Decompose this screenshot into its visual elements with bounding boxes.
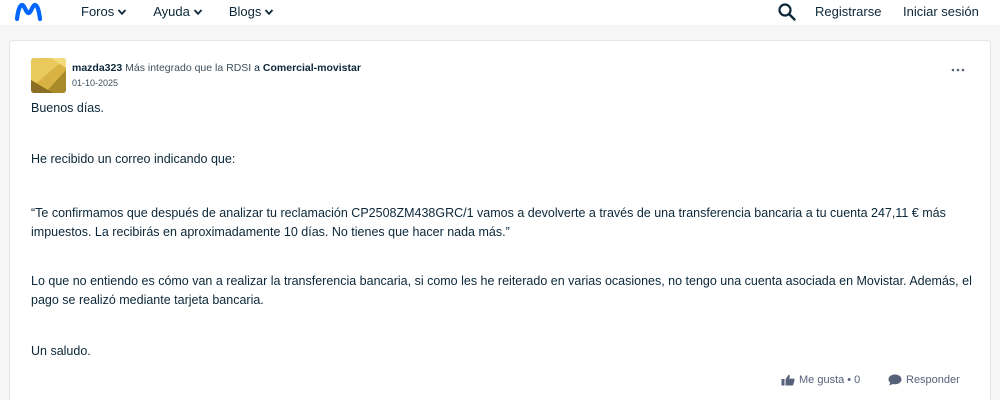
more-options-icon[interactable]: [950, 67, 966, 73]
reply-label: Responder: [906, 374, 960, 386]
like-button[interactable]: Me gusta • 0: [781, 374, 860, 386]
nav-blogs-label: Blogs: [228, 4, 262, 19]
post-paragraph: Buenos días.: [31, 101, 104, 115]
post-paragraph: Lo que no entiendo es cómo van a realiza…: [31, 274, 972, 307]
author-username[interactable]: mazda323: [72, 62, 122, 74]
like-label: Me gusta: [799, 374, 845, 386]
nav-ayuda[interactable]: Ayuda: [153, 4, 203, 19]
movistar-logo-icon[interactable]: [15, 2, 42, 22]
separator-dot: •: [847, 374, 852, 386]
like-count: 0: [854, 374, 861, 386]
post-card: mazda323 Más integrado que la RDSI a Com…: [9, 40, 991, 400]
board-prefix: a: [254, 62, 260, 74]
main-nav: Foros Ayuda Blogs: [81, 4, 300, 19]
chevron-down-icon: [193, 8, 203, 15]
nav-blogs[interactable]: Blogs: [229, 4, 275, 19]
chevron-down-icon: [265, 8, 274, 15]
avatar-image-icon: [31, 58, 66, 93]
nav-foros-label: Foros: [81, 4, 115, 19]
speech-bubble-icon: [888, 374, 902, 386]
thumbs-up-icon: [781, 374, 795, 386]
post-paragraph: “Te confirmamos que después de analizar …: [31, 206, 946, 239]
avatar[interactable]: [31, 58, 66, 93]
register-link[interactable]: Registrarse: [815, 4, 881, 19]
search-icon[interactable]: [777, 2, 797, 22]
login-link[interactable]: Iniciar sesión: [903, 4, 979, 19]
post-paragraph: Un saludo.: [31, 344, 91, 358]
chevron-down-icon: [118, 8, 127, 15]
nav-ayuda-label: Ayuda: [153, 4, 190, 19]
post-paragraph: He recibido un correo indicando que:: [31, 152, 236, 166]
top-navigation-bar: Foros Ayuda Blogs Registrarse Iniciar se…: [0, 0, 1000, 25]
nav-foros[interactable]: Foros: [81, 4, 127, 19]
post-author-line: mazda323 Más integrado que la RDSI a Com…: [72, 62, 361, 74]
post-date: 01-10-2025: [72, 78, 119, 88]
reply-button[interactable]: Responder: [888, 374, 960, 386]
author-rank: Más integrado que la RDSI: [125, 62, 252, 74]
board-link[interactable]: Comercial-movistar: [263, 62, 361, 74]
